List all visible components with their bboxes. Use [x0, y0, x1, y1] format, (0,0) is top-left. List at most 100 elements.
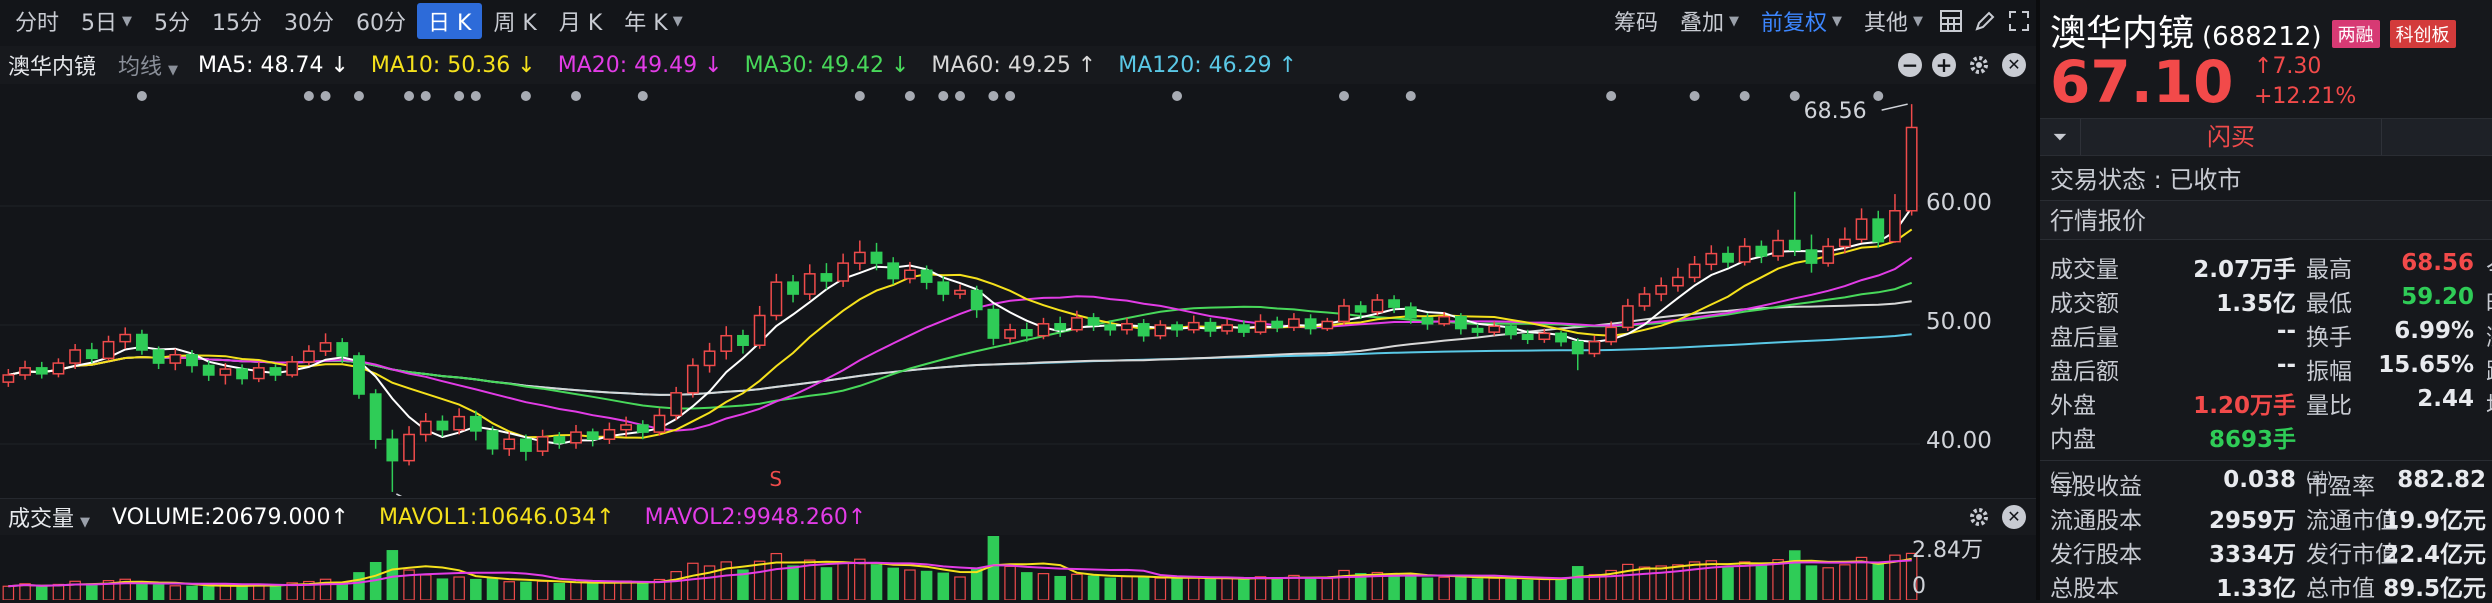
event-dot[interactable]: [136, 91, 147, 101]
period-tab-2[interactable]: 5分: [143, 3, 201, 39]
indicator-dropdown[interactable]: 均线 ▼: [118, 49, 198, 81]
volume-bar: [787, 565, 799, 600]
quote-label: 成交量: [2050, 257, 2119, 283]
chevron-down-icon: ▼: [80, 515, 91, 530]
candle-body: [937, 281, 950, 295]
candle-body: [219, 368, 232, 376]
quote-label-text: 发行股本: [2050, 542, 2142, 568]
gear-icon[interactable]: [1966, 500, 1992, 534]
volume-item-0: VOLUME:20679.000↑: [112, 504, 349, 530]
overlay-dropdown[interactable]: 叠加 ▼: [1669, 3, 1750, 39]
candle-body: [353, 355, 365, 395]
period-tab-0[interactable]: 分时: [4, 3, 70, 39]
event-dot[interactable]: [637, 91, 648, 101]
volume-bar: [1588, 573, 1601, 600]
candle-body: [286, 361, 299, 376]
event-dot[interactable]: [454, 91, 465, 101]
chip-button[interactable]: 筹码: [1603, 3, 1669, 39]
candle-body: [1271, 320, 1284, 329]
grid-layout-icon[interactable]: [1934, 4, 1968, 38]
volume-bar: [1839, 564, 1851, 600]
event-dot[interactable]: [320, 91, 331, 101]
event-dot[interactable]: [1005, 91, 1016, 101]
quote-table: 成交量 2.07万手最高 68.56 今成交额 1.35亿最低 59.20 昨盘后量 -- 换手…: [2040, 250, 2492, 603]
event-dot[interactable]: [353, 91, 364, 101]
minus-icon[interactable]: −: [1898, 53, 1922, 77]
other-dropdown[interactable]: 其他 ▼: [1853, 3, 1934, 39]
candle-body: [954, 289, 966, 295]
s-marker: S: [769, 467, 782, 491]
volume-bar: [1071, 573, 1083, 600]
adjust-label: 前复权: [1760, 11, 1827, 36]
event-dot[interactable]: [938, 91, 949, 101]
event-dot[interactable]: [1606, 91, 1617, 101]
period-tab-5[interactable]: 60分: [345, 3, 417, 39]
candle-body: [703, 350, 716, 367]
close-icon[interactable]: ✕: [2002, 53, 2026, 77]
quote-label: 最高: [2306, 257, 2352, 283]
candle-body: [1905, 126, 1918, 212]
event-dot[interactable]: [1339, 91, 1349, 101]
event-dot[interactable]: [470, 91, 481, 101]
plus-icon[interactable]: +: [1932, 53, 1956, 77]
candle-body: [903, 269, 916, 280]
volume-bar: [219, 584, 232, 600]
period-tab-label: 15分: [212, 11, 263, 36]
period-tab-9[interactable]: 年 K ▼: [613, 3, 693, 39]
event-dot[interactable]: [854, 91, 865, 101]
gear-icon[interactable]: [1966, 48, 1992, 82]
quote-label: 最低: [2306, 291, 2352, 317]
event-dot[interactable]: [955, 91, 965, 101]
candle-body: [1471, 327, 1484, 333]
event-dot[interactable]: [1172, 91, 1183, 101]
volume-chart[interactable]: [0, 536, 1920, 600]
candle-body: [1488, 325, 1501, 333]
candle-body: [1889, 210, 1901, 243]
event-dot[interactable]: [404, 91, 415, 101]
volume-bar: [1121, 575, 1133, 600]
quote-section-title: 行情报价: [2040, 200, 2492, 240]
event-dot[interactable]: [1405, 91, 1416, 101]
close-icon[interactable]: ✕: [2002, 505, 2026, 529]
period-tab-6[interactable]: 日 K: [417, 3, 483, 39]
candle-body: [1171, 324, 1183, 331]
period-tab-4[interactable]: 30分: [273, 3, 345, 39]
volume-bar: [854, 558, 866, 600]
candle-body: [1872, 218, 1885, 243]
volume-bar: [1204, 578, 1217, 600]
event-dot[interactable]: [1739, 91, 1750, 101]
candle-body: [553, 436, 566, 444]
candle-body: [1505, 325, 1517, 336]
event-dot[interactable]: [1789, 91, 1800, 101]
event-dot[interactable]: [571, 91, 581, 101]
candle-body: [1304, 318, 1317, 330]
candle-body: [1287, 318, 1300, 329]
candle-body: [1254, 320, 1267, 333]
pen-draw-icon[interactable]: [1968, 4, 2002, 38]
candle-body: [19, 367, 31, 376]
volume-bar: [920, 570, 933, 600]
fullscreen-icon[interactable]: [2002, 4, 2036, 38]
period-tab-label: 30分: [284, 11, 335, 36]
event-dot[interactable]: [520, 91, 531, 101]
period-tab-1[interactable]: 5日 ▼: [70, 3, 143, 39]
period-tab-7[interactable]: 周 K: [482, 3, 547, 39]
event-dot[interactable]: [420, 91, 431, 101]
candle-body: [1755, 245, 1768, 257]
period-tab-3[interactable]: 15分: [201, 3, 273, 39]
period-tab-8[interactable]: 月 K: [548, 3, 613, 39]
quote-label-cut: 涨: [2486, 318, 2492, 352]
high-pointer: [1881, 103, 1908, 111]
expand-icon[interactable]: ⏷: [2040, 127, 2080, 148]
volume-bar: [1822, 567, 1834, 600]
flash-buy-button[interactable]: 闪买: [2080, 119, 2382, 155]
event-dot[interactable]: [303, 91, 314, 101]
event-dot[interactable]: [1873, 91, 1884, 101]
candle-body: [202, 364, 215, 376]
event-dot[interactable]: [988, 91, 999, 101]
event-dot[interactable]: [1689, 91, 1700, 101]
event-dot[interactable]: [904, 91, 915, 101]
candlestick-chart[interactable]: 68.56 35.97 S: [0, 84, 1920, 496]
adjust-dropdown[interactable]: 前复权 ▼: [1750, 3, 1853, 39]
volume-dropdown[interactable]: 成交量 ▼: [0, 501, 112, 533]
